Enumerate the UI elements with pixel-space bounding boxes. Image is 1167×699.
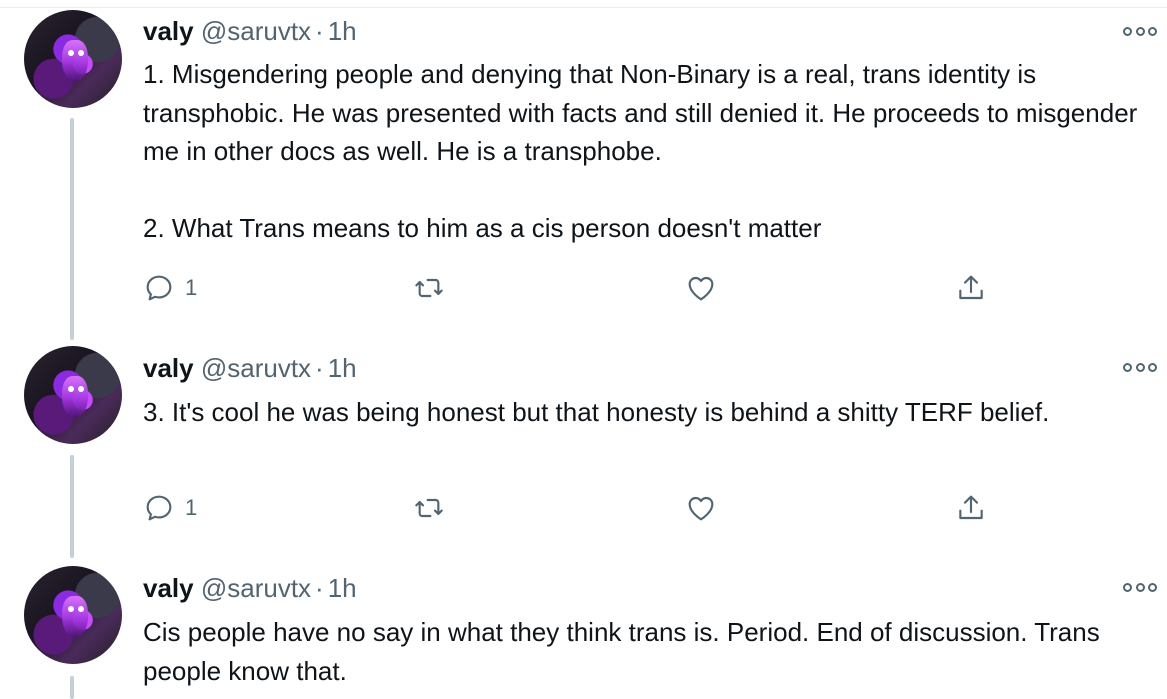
tweet-header: valy @saruvtx · 1h bbox=[143, 353, 357, 383]
retweet-button[interactable] bbox=[413, 268, 445, 308]
reply-count: 1 bbox=[185, 275, 198, 300]
like-icon bbox=[688, 496, 714, 521]
separator: · bbox=[315, 573, 324, 603]
reply-icon bbox=[146, 495, 172, 521]
reply-button[interactable]: 1 bbox=[143, 268, 197, 308]
avatar-eye bbox=[68, 386, 74, 392]
tweet-text: Cis people have no say in what they thin… bbox=[143, 617, 1107, 686]
more-icon[interactable] bbox=[1123, 24, 1157, 38]
tweet-actions: 1 bbox=[143, 268, 1143, 308]
author-handle[interactable]: @saruvtx bbox=[201, 353, 311, 383]
avatar-eye bbox=[78, 50, 84, 56]
tweet-actions: 1 bbox=[143, 488, 1143, 528]
tweet[interactable]: valy @saruvtx · 1h Cis people have no say … bbox=[0, 560, 1167, 699]
share-icon bbox=[959, 275, 983, 300]
retweet-icon bbox=[415, 278, 443, 298]
author-name[interactable]: valy bbox=[143, 353, 194, 383]
tweet[interactable]: valy @saruvtx · 1h 1. Misgendering people … bbox=[0, 0, 1167, 340]
avatar-eye bbox=[68, 606, 74, 612]
separator: · bbox=[315, 16, 324, 46]
like-icon bbox=[688, 276, 714, 301]
share-button[interactable] bbox=[955, 488, 987, 528]
timestamp[interactable]: 1h bbox=[328, 16, 357, 46]
author-handle[interactable]: @saruvtx bbox=[201, 16, 311, 46]
like-button[interactable] bbox=[685, 488, 717, 528]
avatar[interactable] bbox=[24, 10, 122, 108]
avatar-eye bbox=[68, 50, 74, 56]
more-icon[interactable] bbox=[1123, 580, 1157, 594]
tweet[interactable]: valy @saruvtx · 1h 3. It's cool he was bei… bbox=[0, 340, 1167, 560]
avatar-eye bbox=[78, 606, 84, 612]
tweet-header: valy @saruvtx · 1h bbox=[143, 573, 357, 603]
reply-button[interactable]: 1 bbox=[143, 488, 197, 528]
retweet-icon bbox=[415, 498, 443, 518]
avatar-figure bbox=[62, 40, 88, 82]
tweet-text: 1. Misgendering people and denying that … bbox=[143, 59, 1138, 243]
avatar-eye bbox=[78, 386, 84, 392]
reply-count: 1 bbox=[185, 495, 198, 520]
author-name[interactable]: valy bbox=[143, 573, 194, 603]
author-name[interactable]: valy bbox=[143, 16, 194, 46]
like-button[interactable] bbox=[685, 268, 717, 308]
share-button[interactable] bbox=[955, 268, 987, 308]
avatar-figure bbox=[62, 376, 88, 418]
share-icon bbox=[959, 495, 983, 520]
avatar-figure bbox=[62, 596, 88, 638]
reply-icon bbox=[146, 275, 172, 301]
author-handle[interactable]: @saruvtx bbox=[201, 573, 311, 603]
separator: · bbox=[315, 353, 324, 383]
more-icon[interactable] bbox=[1123, 360, 1157, 374]
avatar[interactable] bbox=[24, 346, 122, 444]
avatar[interactable] bbox=[24, 566, 122, 664]
timestamp[interactable]: 1h bbox=[328, 353, 357, 383]
retweet-button[interactable] bbox=[413, 488, 445, 528]
tweet-text: 3. It's cool he was being honest but tha… bbox=[143, 397, 1050, 427]
timestamp[interactable]: 1h bbox=[328, 573, 357, 603]
tweet-header: valy @saruvtx · 1h bbox=[143, 16, 357, 46]
